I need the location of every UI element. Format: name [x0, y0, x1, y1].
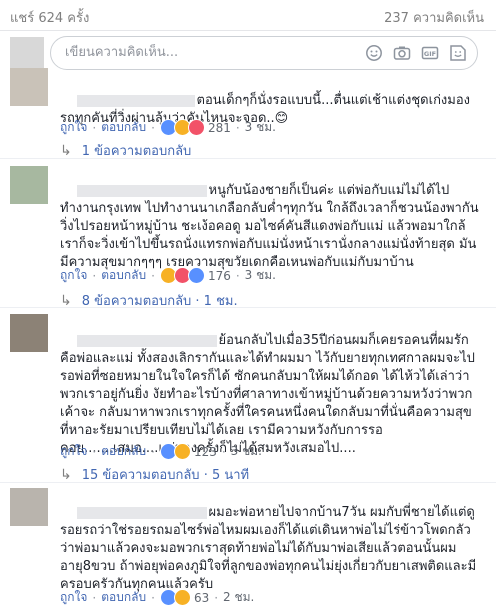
avatar[interactable]: [10, 488, 48, 526]
commenter-name[interactable]: [76, 506, 207, 519]
reply-arrow-icon: ↳: [60, 466, 72, 483]
comment-actions: ถูกใจ · ตอบกลับ · 176 · 3 ชม.: [60, 266, 276, 285]
divider: [0, 307, 496, 308]
comment-item: ย้อนกลับไปเมื่อ35ปีก่อนผมก็เคยรอคนที่ผมร…: [0, 310, 496, 488]
comment-actions: ถูกใจ · ตอบกลับ · 281 · 3 ชม.: [60, 118, 276, 137]
svg-text:GIF: GIF: [424, 50, 436, 58]
love-reaction-icon: [187, 119, 205, 136]
reply-button[interactable]: ตอบกลับ: [101, 266, 146, 285]
reactions-summary[interactable]: [159, 443, 191, 460]
commenter-name[interactable]: [76, 334, 217, 347]
reactions-summary[interactable]: [159, 589, 191, 606]
reply-button[interactable]: ตอบกลับ: [101, 588, 146, 607]
sad-reaction-icon: [173, 443, 191, 460]
comment-item: ผมอะพ่อหายไปจากบ้าน7วัน ผมกับพี่ชายได้แต…: [0, 484, 496, 608]
like-reaction-icon: [187, 267, 205, 284]
commenter-name[interactable]: [76, 184, 207, 197]
post-stats-bar: แชร์ 624 ครั้ง 237 ความคิดเห็น: [0, 0, 496, 31]
comment-text: ย้อนกลับไปเมื่อ35ปีก่อนผมก็เคยรอคนที่ผมร…: [60, 333, 475, 456]
divider: [0, 158, 496, 159]
comment-actions: ถูกใจ · ตอบกลับ · 123 · 3 ชม.: [60, 442, 262, 461]
like-button[interactable]: ถูกใจ: [60, 442, 87, 461]
like-button[interactable]: ถูกใจ: [60, 266, 87, 285]
comment-text: ผมอะพ่อหายไปจากบ้าน7วัน ผมกับพี่ชายได้แต…: [60, 505, 477, 592]
reactions-summary[interactable]: [159, 267, 205, 284]
sad-reaction-icon: [173, 589, 191, 606]
avatar[interactable]: [10, 68, 48, 106]
divider: [0, 482, 496, 483]
comment-item: หนูกับน้องชายก็เป็นค่ะ แต่พ่อกับแม่ไม่ได…: [0, 160, 496, 310]
comment-time[interactable]: 3 ชม.: [245, 118, 276, 137]
avatar[interactable]: [10, 314, 48, 352]
like-button[interactable]: ถูกใจ: [60, 118, 87, 137]
comment-input[interactable]: [63, 44, 277, 61]
comment-time[interactable]: 2 ชม.: [223, 588, 254, 607]
comment-time[interactable]: 3 ชม.: [245, 266, 276, 285]
comment-actions: ถูกใจ · ตอบกลับ · 63 · 2 ชม.: [60, 588, 254, 607]
comments-count[interactable]: 237 ความคิดเห็น: [384, 7, 484, 28]
avatar[interactable]: [10, 166, 48, 204]
shares-count[interactable]: แชร์ 624 ครั้ง: [10, 7, 89, 28]
like-button[interactable]: ถูกใจ: [60, 588, 87, 607]
reaction-count[interactable]: 176: [208, 269, 231, 283]
reply-arrow-icon: ↳: [60, 142, 72, 159]
comment-item: ตอนเด็กๆก็นั่งรอแบบนี้...ตื่นแต่เช้าแต่ง…: [0, 60, 496, 159]
reply-button[interactable]: ตอบกลับ: [101, 442, 146, 461]
reaction-count[interactable]: 63: [194, 591, 209, 605]
reply-button[interactable]: ตอบกลับ: [101, 118, 146, 137]
comment-time[interactable]: 3 ชม.: [231, 442, 262, 461]
reactions-summary[interactable]: [159, 119, 205, 136]
reaction-count[interactable]: 123: [194, 445, 217, 459]
commenter-name[interactable]: [76, 94, 195, 107]
comment-text: หนูกับน้องชายก็เป็นค่ะ แต่พ่อกับแม่ไม่ได…: [60, 183, 479, 270]
reaction-count[interactable]: 281: [208, 121, 231, 135]
